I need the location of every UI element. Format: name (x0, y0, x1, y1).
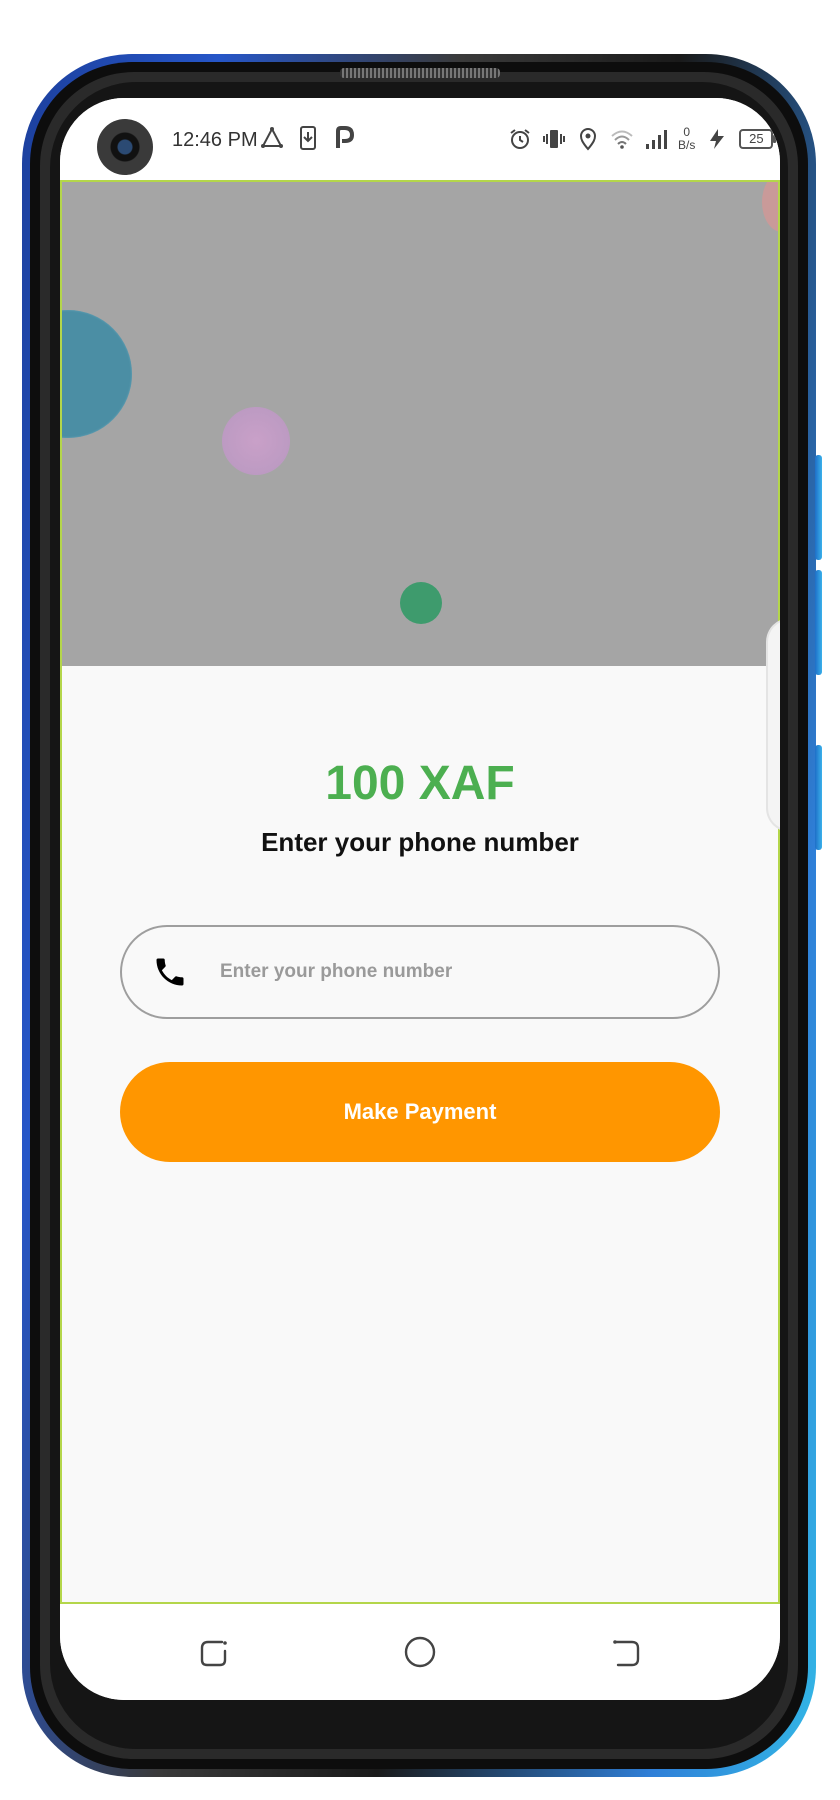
vibrate-icon (543, 130, 565, 148)
power-button[interactable] (815, 745, 822, 850)
payment-screen: 100 XAF Enter your phone number Make Pay… (60, 180, 780, 1604)
volume-up-button[interactable] (815, 455, 822, 560)
network-speed-unit: B/s (678, 138, 696, 152)
battery-indicator: 25 (739, 129, 777, 149)
navigation-bar (60, 1604, 780, 1700)
wifi-icon (611, 130, 633, 149)
alarm-icon (510, 129, 530, 149)
recent-apps-icon[interactable] (196, 1634, 232, 1670)
status-time: 12:46 PM (172, 129, 258, 151)
phone-download-icon (300, 126, 316, 150)
hero-banner (62, 182, 778, 666)
edge-panel-handle[interactable] (766, 618, 780, 832)
triangle-share-icon (261, 126, 283, 148)
decorative-bubble-red (762, 182, 778, 232)
earpiece-speaker (340, 68, 500, 78)
front-camera (97, 119, 153, 175)
decorative-bubble-blue (62, 310, 132, 438)
decorative-bubble-pink (222, 407, 290, 475)
volume-down-button[interactable] (815, 570, 822, 675)
network-speed: 0 B/s (678, 126, 695, 152)
home-icon[interactable] (402, 1634, 438, 1670)
phone-number-field[interactable] (120, 925, 720, 1019)
screen: 12:46 PM 0 B/s 25 100 XAF Enter your pho… (60, 98, 780, 1700)
phone-number-input[interactable] (218, 960, 702, 984)
status-bar: 12:46 PM 0 B/s 25 (60, 98, 780, 180)
decorative-bubble-green (400, 582, 442, 624)
phone-icon (156, 958, 184, 986)
back-icon[interactable] (608, 1634, 644, 1670)
phone-prompt-heading: Enter your phone number (261, 827, 579, 857)
make-payment-button[interactable]: Make Payment (120, 1062, 720, 1162)
p-app-icon (336, 126, 355, 148)
payment-amount: 100 XAF (325, 757, 515, 810)
charging-icon (710, 129, 725, 149)
location-icon (579, 128, 597, 151)
signal-icon (646, 130, 667, 149)
